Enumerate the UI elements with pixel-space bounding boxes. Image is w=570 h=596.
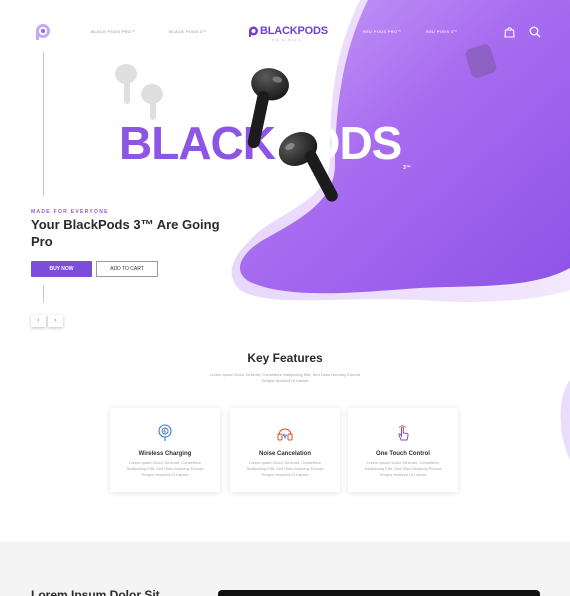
key-features-title: Key Features <box>247 351 323 365</box>
earbuds-product-image <box>247 68 338 202</box>
shopping-bag-icon[interactable] <box>504 26 515 38</box>
feature-card-noise-cancelation: Noise Cancelation Lorem Ipsum Dolor Sit … <box>230 408 340 492</box>
feature-card-title: Noise Cancelation <box>258 451 311 457</box>
touch-hand-icon <box>398 425 409 441</box>
add-to-cart-button[interactable]: ADD TO CART <box>96 261 158 277</box>
hero-vertical-divider-top <box>43 52 44 196</box>
slider-next-button[interactable]: › <box>48 315 63 327</box>
brand-subtitle: ORIGINALS <box>272 38 302 42</box>
slider-prev-button[interactable]: ‹ <box>31 315 46 327</box>
faded-earbuds-left <box>115 64 163 120</box>
nav-link-red-pods-pro[interactable]: RED PODS PRO™ <box>363 29 402 34</box>
feature-card-one-touch-control: One Touch Control Lorem Ipsum Dolor Sit … <box>348 408 458 492</box>
feature-card-description: Lorem Ipsum Dolor Sit Amet, Consetetur S… <box>246 460 324 477</box>
feature-card-wireless-charging: Wireless Charging Lorem Ipsum Dolor Sit … <box>110 408 220 492</box>
feature-card-title: One Touch Control <box>376 451 430 457</box>
hero-heading: Your BlackPods 3™ Are Going Pro <box>31 217 220 249</box>
feature-card-description: Lorem Ipsum Dolor Sit Amet, Consetetur S… <box>364 460 442 477</box>
brand-name: BLACKPODS <box>260 25 328 37</box>
brand-logo[interactable]: BLACKPODS ORIGINALS <box>248 24 328 44</box>
headphones-icon <box>277 428 293 441</box>
search-icon[interactable] <box>529 26 541 38</box>
hero-vertical-divider-bottom <box>43 285 44 303</box>
nav-link-black-pods-3[interactable]: BLACK PODS 3™ <box>169 29 207 34</box>
bottom-section-heading: Lorem Ipsum Dolor Sit <box>31 588 160 596</box>
hero-superscript: 3™ <box>403 165 411 171</box>
p-logo-icon[interactable] <box>34 23 52 41</box>
top-navigation: BLACK PODS PRO™ BLACK PODS 3™ BLACKPODS … <box>0 0 570 64</box>
nav-link-red-pods-3[interactable]: RED PODS 3™ <box>426 29 458 34</box>
brand-p-icon <box>249 26 258 37</box>
key-features-subtitle: Lorem Ipsum Dolor Sit Amet, Consetetur S… <box>210 372 360 383</box>
nav-link-black-pods-pro[interactable]: BLACK PODS PRO™ <box>91 29 136 34</box>
feature-card-title: Wireless Charging <box>138 451 192 457</box>
hero-tagline: MADE FOR EVERYONE <box>31 209 109 215</box>
feature-card-description: Lorem Ipsum Dolor Sit Amet, Consetetur S… <box>126 460 204 477</box>
wireless-charging-icon <box>158 424 172 441</box>
bottom-video-frame[interactable] <box>218 590 540 596</box>
buy-now-button[interactable]: BUY NOW <box>31 261 92 277</box>
